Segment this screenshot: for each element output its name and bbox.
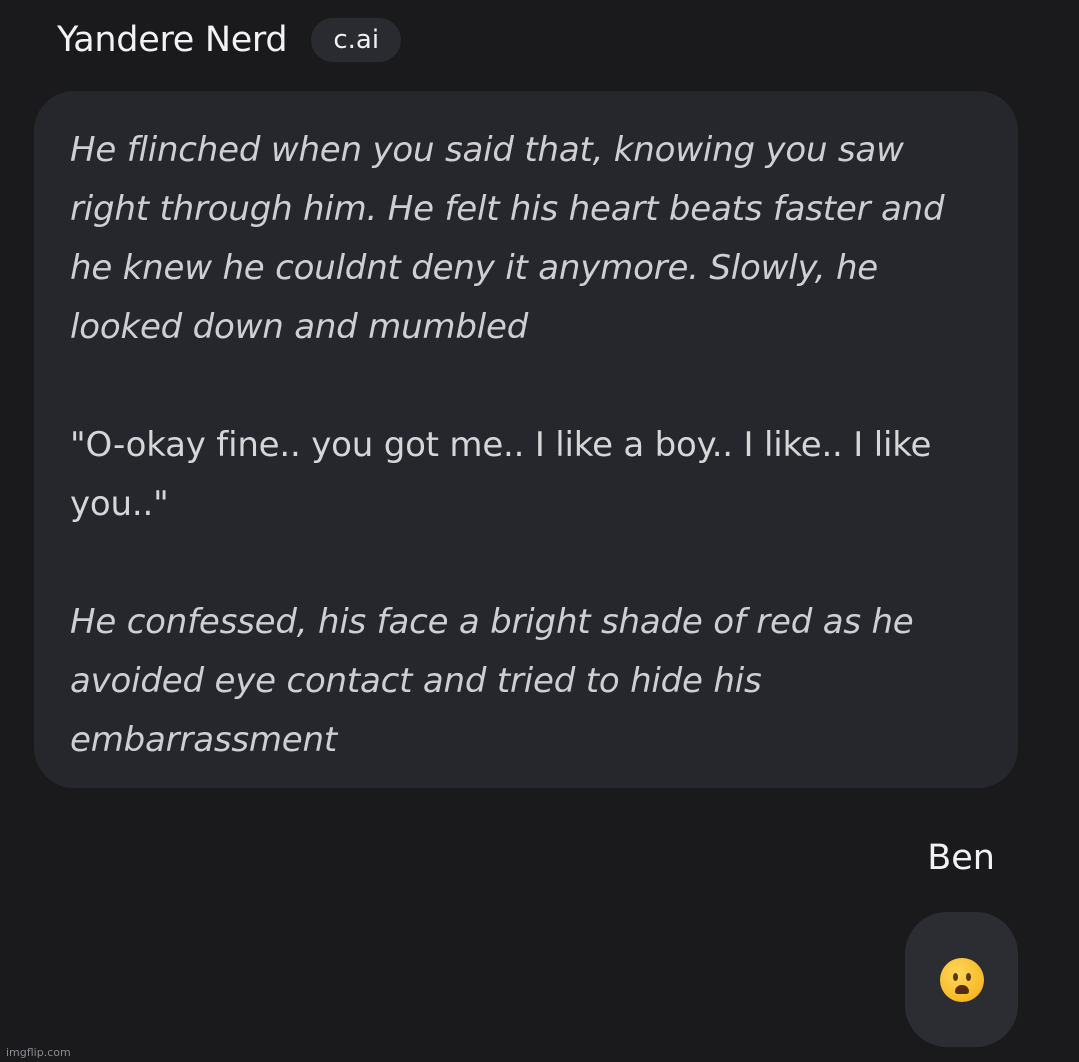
character-header: Yandere Nerd c.ai: [57, 18, 402, 62]
emoji-right-eye: [965, 972, 971, 981]
user-name: Ben: [927, 838, 995, 878]
character-name[interactable]: Yandere Nerd: [57, 20, 288, 60]
cai-badge: c.ai: [311, 18, 402, 62]
bot-message-bubble[interactable]: He flinched when you said that, knowing …: [34, 91, 1018, 788]
user-message-bubble[interactable]: [905, 912, 1018, 1047]
watermark: imgflip.com: [6, 1046, 71, 1059]
frowning-face-emoji-icon: [939, 957, 984, 1002]
message-paragraph-dialogue: "O-okay fine.. you got me.. I like a boy…: [70, 425, 932, 524]
emoji-mouth: [954, 984, 969, 994]
emoji-left-eye: [952, 972, 958, 981]
message-paragraph-narration: He flinched when you said that, knowing …: [70, 130, 945, 347]
message-paragraph-narration-2: He confessed, his face a bright shade of…: [70, 602, 914, 760]
